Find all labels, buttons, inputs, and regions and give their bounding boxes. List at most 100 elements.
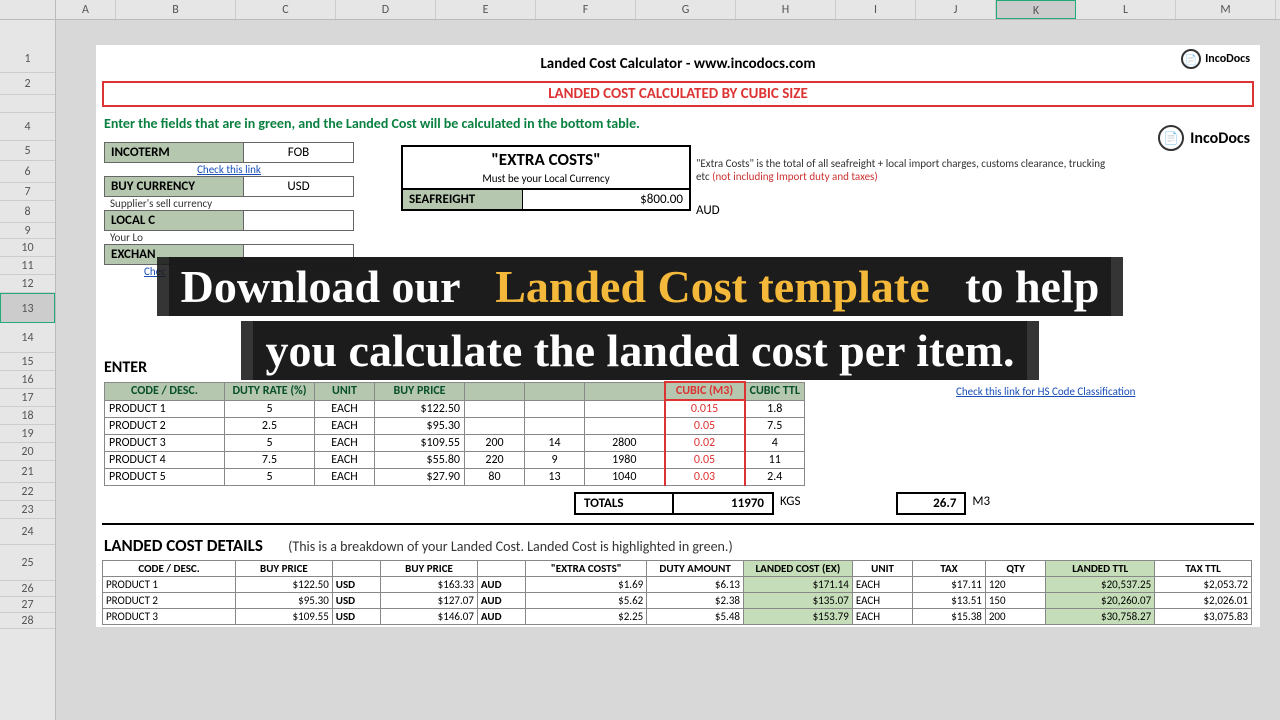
row-header-1[interactable]: 1 — [0, 45, 55, 73]
col-header-I[interactable]: I — [836, 0, 916, 19]
extra-costs-title: "EXTRA COSTS" — [403, 147, 689, 172]
table-row[interactable]: PRODUCT 4 7.5 EACH $55.80 220 9 1980 0.0… — [105, 452, 805, 469]
document-icon: 📄 — [1181, 49, 1201, 69]
instruction-text: Enter the fields that are in green, and … — [96, 111, 1260, 136]
products-header: UNIT — [315, 382, 375, 400]
row-header-16[interactable]: 16 — [0, 371, 55, 389]
landed-header: LANDED COST (EX) — [743, 561, 852, 577]
column-headers: ABCDEFGHIJKLM — [56, 0, 1280, 20]
landed-header: TAX — [913, 561, 986, 577]
buy-currency-value[interactable]: USD — [244, 176, 354, 197]
products-header: CODE / DESC. — [105, 382, 225, 400]
extra-note-red: (not including Import duty and taxes) — [712, 170, 878, 183]
row-header-13[interactable]: 13 — [0, 293, 55, 323]
col-header-D[interactable]: D — [336, 0, 436, 19]
calc-mode-banner: LANDED COST CALCULATED BY CUBIC SIZE — [102, 81, 1254, 107]
totals-weight: 11970 — [674, 492, 774, 515]
row-header-9[interactable]: 9 — [0, 223, 55, 239]
landed-section-title: LANDED COST DETAILS (This is a breakdown… — [96, 533, 1260, 558]
col-header-B[interactable]: B — [116, 0, 236, 19]
seafreight-currency: AUD — [696, 203, 720, 218]
table-row[interactable]: PRODUCT 3 5 EACH $109.55 200 14 2800 0.0… — [105, 435, 805, 452]
products-table[interactable]: CODE / DESC.DUTY RATE (%)UNITBUY PRICE CU… — [104, 381, 805, 486]
col-header-G[interactable]: G — [636, 0, 736, 19]
landed-header: UNIT — [852, 561, 912, 577]
row-header-4[interactable]: 4 — [0, 113, 55, 141]
totals-cubic: 26.7 — [896, 492, 966, 515]
totals-label: TOTALS — [574, 492, 674, 515]
row-header-8[interactable]: 8 — [0, 201, 55, 223]
col-header-J[interactable]: J — [916, 0, 996, 19]
landed-header: TAX TTL — [1155, 561, 1252, 577]
row-header-26[interactable]: 26 — [0, 581, 55, 597]
hs-code-link[interactable]: Check this link for HS Code Classificati… — [956, 385, 1135, 398]
row-header-10[interactable]: 10 — [0, 239, 55, 257]
products-header — [525, 382, 585, 400]
row-header-27[interactable]: 27 — [0, 597, 55, 613]
row-header-18[interactable]: 18 — [0, 407, 55, 425]
landed-header: QTY — [985, 561, 1045, 577]
col-header-A[interactable]: A — [56, 0, 116, 19]
row-header-11[interactable]: 11 — [0, 257, 55, 275]
row-header-6[interactable]: 6 — [0, 161, 55, 183]
col-header-E[interactable]: E — [436, 0, 536, 19]
extra-note: "Extra Costs" is the total of all seafre… — [696, 157, 1116, 183]
local-currency-label: LOCAL C — [104, 210, 244, 231]
buy-currency-label: BUY CURRENCY — [104, 176, 244, 197]
incoterm-value[interactable]: FOB — [244, 142, 354, 163]
row-header-23[interactable]: 23 — [0, 501, 55, 519]
products-header — [585, 382, 665, 400]
incoterm-link[interactable]: Check this link — [104, 163, 354, 176]
document-icon: 📄 — [1158, 125, 1184, 151]
table-row[interactable]: PRODUCT 5 5 EACH $27.90 80 13 1040 0.03 … — [105, 469, 805, 486]
col-header-M[interactable]: M — [1176, 0, 1276, 19]
col-header-L[interactable]: L — [1076, 0, 1176, 19]
seafreight-label: SEAFREIGHT — [403, 190, 523, 209]
local-currency-value[interactable] — [244, 210, 354, 231]
row-header-7[interactable]: 7 — [0, 183, 55, 201]
col-header-K[interactable]: K — [996, 0, 1076, 19]
totals-cubic-unit: M3 — [966, 492, 996, 515]
landed-header — [477, 561, 525, 577]
table-row[interactable]: PRODUCT 2 2.5 EACH $95.30 0.05 7.5 — [105, 418, 805, 435]
row-header-24[interactable]: 24 — [0, 519, 55, 545]
table-row[interactable]: PRODUCT 1 5 EACH $122.50 0.015 1.8 — [105, 400, 805, 418]
row-header-[interactable] — [0, 95, 55, 113]
row-header-17[interactable]: 17 — [0, 389, 55, 407]
brand-label: IncoDocs — [1190, 129, 1250, 148]
table-row[interactable]: PRODUCT 1 $122.50 USD $163.33 AUD $1.69 … — [103, 577, 1252, 593]
row-header-19[interactable]: 19 — [0, 425, 55, 443]
row-header-25[interactable]: 25 — [0, 545, 55, 581]
overlay-highlight: Landed Cost template — [483, 257, 941, 316]
row-header-2[interactable]: 2 — [0, 73, 55, 95]
products-header — [465, 382, 525, 400]
row-header-15[interactable]: 15 — [0, 353, 55, 371]
row-header-22[interactable]: 22 — [0, 483, 55, 501]
extra-costs-sub: Must be your Local Currency — [403, 172, 689, 189]
row-header-28[interactable]: 28 — [0, 613, 55, 629]
col-header-F[interactable]: F — [536, 0, 636, 19]
landed-title-text: LANDED COST DETAILS — [104, 535, 263, 556]
row-header-21[interactable]: 21 — [0, 461, 55, 483]
products-header: CUBIC (M3) — [665, 382, 745, 400]
products-header: BUY PRICE — [375, 382, 465, 400]
landed-header: DUTY AMOUNT — [647, 561, 744, 577]
divider — [102, 523, 1254, 525]
col-header-H[interactable]: H — [736, 0, 836, 19]
table-row[interactable]: PRODUCT 2 $95.30 USD $127.07 AUD $5.62 $… — [103, 593, 1252, 609]
table-row[interactable]: PRODUCT 3 $109.55 USD $146.07 AUD $2.25 … — [103, 609, 1252, 625]
row-header-5[interactable]: 5 — [0, 141, 55, 161]
products-header: DUTY RATE (%) — [225, 382, 315, 400]
col-header-C[interactable]: C — [236, 0, 336, 19]
row-header-12[interactable]: 12 — [0, 275, 55, 293]
row-header-20[interactable]: 20 — [0, 443, 55, 461]
landed-header: "EXTRA COSTS" — [526, 561, 647, 577]
landed-cost-table[interactable]: CODE / DESC.BUY PRICEBUY PRICE"EXTRA COS… — [102, 560, 1252, 625]
row-headers: 1245678910111213141516171819202122232425… — [0, 20, 56, 720]
row-header-14[interactable]: 14 — [0, 323, 55, 353]
brand-main: 📄 IncoDocs — [1158, 125, 1250, 151]
caption-overlay: Download our Landed Cost template to hel… — [150, 255, 1130, 384]
landed-header — [332, 561, 380, 577]
app-title: Landed Cost Calculator - www.incodocs.co… — [96, 51, 1260, 77]
seafreight-value[interactable]: $800.00 — [523, 190, 689, 209]
